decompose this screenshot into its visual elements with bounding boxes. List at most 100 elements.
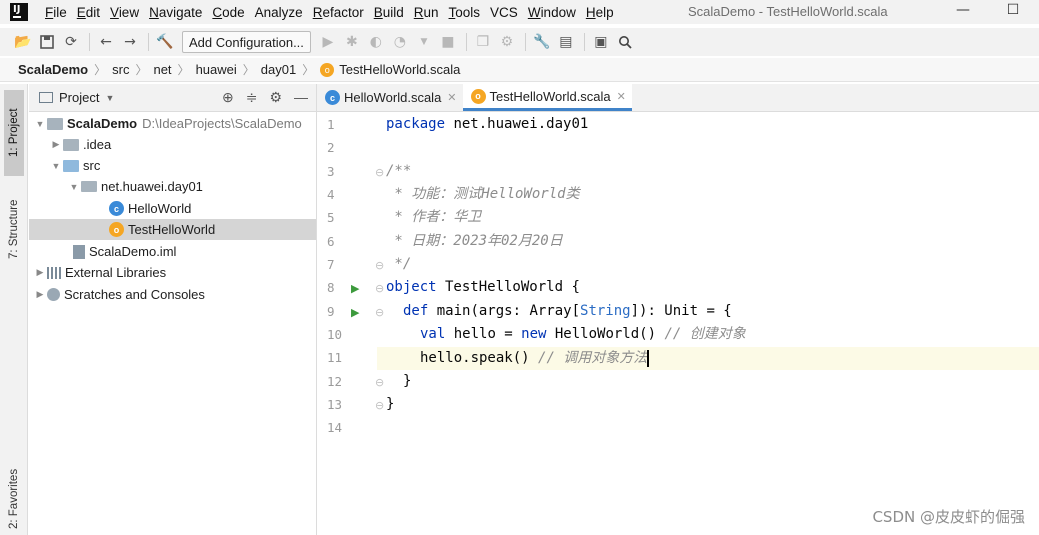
menu-analyze[interactable]: Analyze xyxy=(250,5,308,20)
menu-tools[interactable]: Tools xyxy=(444,5,486,20)
gear-icon[interactable]: ⚙ xyxy=(269,89,282,106)
code-line-12: } xyxy=(403,370,411,393)
maximize-button[interactable]: ☐ xyxy=(998,2,1028,18)
tree-item-label: External Libraries xyxy=(65,265,167,280)
tab-project-tool[interactable]: 1: Project xyxy=(4,90,24,176)
wrench-icon[interactable]: 🔧 xyxy=(531,31,553,53)
breadcrumb-day01[interactable]: day01 xyxy=(261,62,296,77)
tab-favorites-tool-label: 2: Favorites xyxy=(8,468,20,530)
locate-target-icon[interactable]: ⊕ xyxy=(222,89,234,106)
text-caret xyxy=(647,349,650,367)
menu-build[interactable]: Build xyxy=(369,5,409,20)
menu-view[interactable]: View xyxy=(105,5,144,20)
project-structure-icon[interactable]: ▤ xyxy=(555,31,577,53)
minimize-button[interactable]: — xyxy=(948,2,978,18)
add-configuration-button[interactable]: Add Configuration... xyxy=(182,31,311,53)
tab-structure-tool[interactable]: 7: Structure xyxy=(4,184,24,274)
code-token: * 日期：2023年02月20日 xyxy=(386,233,563,249)
search-icon[interactable] xyxy=(614,31,636,53)
code-line-13: } xyxy=(386,393,394,416)
tab-helloworld-scala[interactable]: c HelloWorld.scala ✕ xyxy=(317,84,463,111)
editor-gutter: 1 2 3 4 5 6 7 8 9 10 11 12 13 14 ▶ ▶ ⊖ ⊖… xyxy=(317,112,384,535)
debug-icon[interactable]: ✱ xyxy=(341,31,363,53)
breadcrumb-project[interactable]: ScalaDemo xyxy=(18,62,88,77)
code-token: // 创建对象 xyxy=(664,326,746,342)
tab-testhelloworld-scala[interactable]: o TestHelloWorld.scala ✕ xyxy=(462,84,632,111)
menu-edit[interactable]: Edit xyxy=(72,5,105,20)
breadcrumb-src[interactable]: src xyxy=(112,62,129,77)
tree-item-idea[interactable]: ▶ .idea xyxy=(29,134,316,155)
code-token: def xyxy=(403,303,429,319)
close-icon[interactable]: ✕ xyxy=(617,90,626,103)
expanded-arrow-icon[interactable]: ▼ xyxy=(33,119,47,129)
expanded-arrow-icon[interactable]: ▼ xyxy=(67,182,81,192)
menu-navigate[interactable]: Navigate xyxy=(144,5,207,20)
menu-window[interactable]: Window xyxy=(523,5,581,20)
project-panel-header: Project ▼ ⊕ ≑ ⚙ — xyxy=(29,84,316,112)
library-icon xyxy=(47,266,61,279)
menu-help[interactable]: Help xyxy=(581,5,619,20)
hide-panel-icon[interactable]: — xyxy=(294,89,308,106)
watermark: CSDN @皮皮虾的倔强 xyxy=(872,508,1025,526)
run-gutter-icon[interactable]: ▶ xyxy=(351,282,359,295)
line-number: 5 xyxy=(327,210,335,225)
breadcrumb-net[interactable]: net xyxy=(153,62,171,77)
run-gutter-icon[interactable]: ▶ xyxy=(351,306,359,319)
attach-icon[interactable]: ❐ xyxy=(472,31,494,53)
editor-tabs: c HelloWorld.scala ✕ o TestHelloWorld.sc… xyxy=(317,84,1039,112)
expanded-arrow-icon[interactable]: ▼ xyxy=(49,161,63,171)
code-editor[interactable]: package net.huawei.day01 /** * 功能：测试Hell… xyxy=(377,112,1039,535)
tree-item-src[interactable]: ▼ src xyxy=(29,155,316,176)
breadcrumb-huawei[interactable]: huawei xyxy=(196,62,237,77)
menu-code[interactable]: Code xyxy=(207,5,249,20)
line-number: 1 xyxy=(327,117,335,132)
save-icon[interactable] xyxy=(36,31,58,53)
breadcrumb-file[interactable]: TestHelloWorld.scala xyxy=(339,62,460,77)
build-hammer-icon[interactable]: 🔨 xyxy=(154,31,176,53)
tree-item-helloworld[interactable]: c HelloWorld xyxy=(29,198,316,219)
vcs-icon[interactable]: ⚙ xyxy=(496,31,518,53)
project-tree: ▼ ScalaDemo D:\IdeaProjects\ScalaDemo ▶ … xyxy=(29,112,316,535)
menu-run[interactable]: Run xyxy=(409,5,444,20)
profile-icon[interactable]: ◔ xyxy=(389,31,411,53)
tree-item-scratches[interactable]: ▶ Scratches and Consoles xyxy=(29,284,316,305)
tree-item-label: TestHelloWorld xyxy=(128,222,216,237)
code-token: new xyxy=(521,326,547,342)
code-token: hello = xyxy=(445,326,522,342)
back-arrow-icon[interactable]: ← xyxy=(95,31,117,53)
tree-item-iml[interactable]: ScalaDemo.iml xyxy=(29,241,316,262)
code-line-4: * 功能：测试HelloWorld类 xyxy=(386,183,579,206)
more-run-chevron-down-icon[interactable]: ▼ xyxy=(413,31,435,53)
terminal-icon[interactable]: ▣ xyxy=(590,31,612,53)
tree-item-package[interactable]: ▼ net.huawei.day01 xyxy=(29,176,316,197)
collapsed-arrow-icon[interactable]: ▶ xyxy=(49,139,63,150)
tree-item-testhelloworld[interactable]: o TestHelloWorld xyxy=(29,219,316,240)
stop-icon[interactable]: ■ xyxy=(437,31,459,53)
code-line-10: val hello = new HelloWorld() // 创建对象 xyxy=(420,323,746,346)
run-icon[interactable]: ▶ xyxy=(317,31,339,53)
open-folder-icon[interactable]: 📂 xyxy=(12,31,34,53)
collapsed-arrow-icon[interactable]: ▶ xyxy=(33,267,47,278)
close-icon[interactable]: ✕ xyxy=(447,91,456,104)
tree-item-scalademo[interactable]: ▼ ScalaDemo D:\IdeaProjects\ScalaDemo xyxy=(29,113,316,134)
tree-item-external-libraries[interactable]: ▶ External Libraries xyxy=(29,262,316,283)
line-number: 2 xyxy=(327,140,335,155)
menu-vcs[interactable]: VCS xyxy=(485,5,523,20)
code-token: // 调用对象方法 xyxy=(538,350,648,366)
menu-refactor[interactable]: Refactor xyxy=(308,5,369,20)
tab-project-tool-label: 1: Project xyxy=(8,108,20,158)
tab-favorites-tool[interactable]: 2: Favorites xyxy=(4,464,24,534)
chevron-down-icon[interactable]: ▼ xyxy=(105,93,114,103)
menu-bar: IJ File Edit View Navigate Code Analyze … xyxy=(0,0,1039,24)
menu-file[interactable]: File xyxy=(40,5,72,20)
coverage-icon[interactable]: ◐ xyxy=(365,31,387,53)
code-line-11: hello.speak() // 调用对象方法 xyxy=(420,347,650,370)
project-view-selector[interactable]: Project xyxy=(59,90,99,105)
code-line-1: package net.huawei.day01 xyxy=(386,113,588,136)
forward-arrow-icon[interactable]: → xyxy=(119,31,141,53)
collapse-all-icon[interactable]: ≑ xyxy=(246,89,258,106)
sync-icon[interactable]: ⟳ xyxy=(60,31,82,53)
toolbar-separator xyxy=(148,33,149,51)
code-token: * 作者：华卫 xyxy=(386,209,482,225)
collapsed-arrow-icon[interactable]: ▶ xyxy=(33,289,47,300)
